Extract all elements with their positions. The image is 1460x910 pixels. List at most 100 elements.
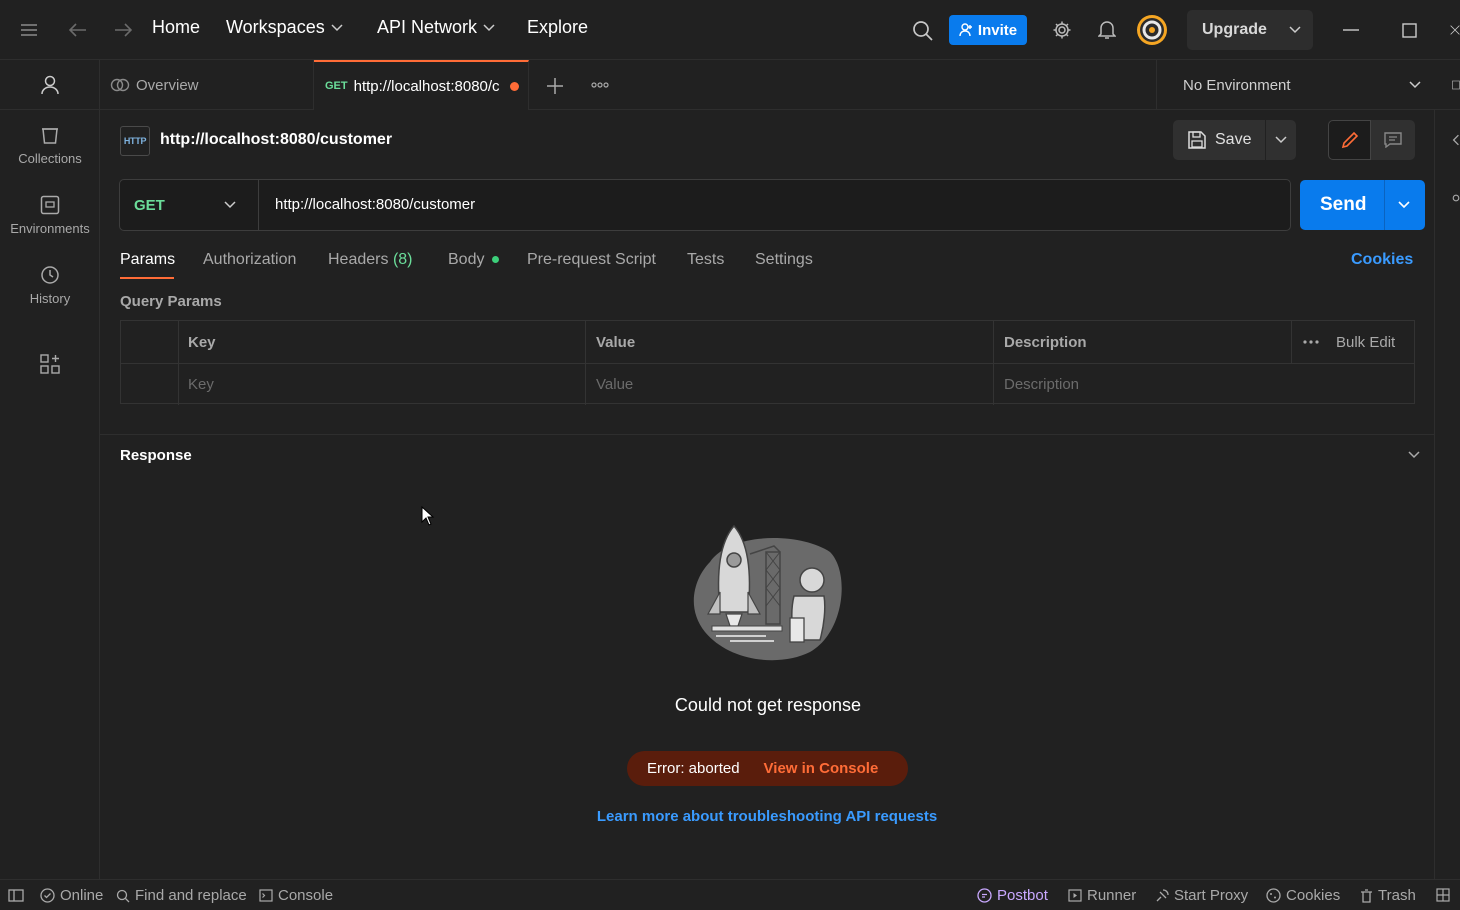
tab-overview[interactable]: Overview (100, 60, 314, 110)
satellite-icon (1156, 888, 1169, 901)
column-divider (178, 321, 179, 405)
sidebar-item-collections[interactable]: Collections (0, 125, 100, 166)
maximize-icon[interactable] (1398, 20, 1420, 40)
start-proxy-button[interactable]: Start Proxy (1155, 880, 1248, 910)
more-tabs-icon[interactable] (588, 75, 612, 95)
add-user-icon (959, 23, 972, 37)
trash-label: Trash (1378, 887, 1416, 904)
find-and-replace-button[interactable]: Find and replace (116, 880, 247, 910)
troubleshooting-link[interactable]: Learn more about troubleshooting API req… (560, 808, 974, 825)
back-arrow-icon[interactable] (66, 19, 90, 41)
sidebar-item-environments[interactable]: Environments (0, 195, 100, 236)
sidebar-item-history[interactable]: History (0, 265, 100, 306)
trash-icon (1361, 888, 1372, 903)
tab-authorization[interactable]: Authorization (203, 251, 296, 269)
response-divider (100, 434, 1435, 435)
pencil-icon (1341, 131, 1358, 149)
menu-icon[interactable] (18, 20, 40, 40)
sidebar-item-label: History (29, 291, 71, 306)
right-edge-divider (1434, 110, 1435, 879)
url-bar: GET http://localhost:8080/customer (119, 179, 1291, 231)
tab-pre-request-script[interactable]: Pre-request Script (527, 251, 656, 269)
tab-active-request[interactable]: GET http://localhost:8080/c (314, 60, 529, 110)
upgrade-button[interactable]: Upgrade (1187, 10, 1313, 50)
tab-settings[interactable]: Settings (755, 251, 813, 269)
chevron-down-icon[interactable] (1398, 201, 1410, 209)
body-indicator-dot (491, 256, 499, 264)
url-input[interactable]: http://localhost:8080/customer (275, 180, 475, 230)
sidebar-item-label: Collections (18, 151, 82, 166)
cookies-button[interactable]: Cookies (1266, 880, 1340, 910)
tab-body[interactable]: Body (448, 251, 499, 269)
error-pill: Error: aborted View in Console (627, 751, 908, 786)
nav-api-network[interactable]: API Network (377, 17, 495, 38)
column-header-value: Value (596, 333, 636, 351)
close-icon[interactable] (1450, 20, 1460, 40)
nav-explore[interactable]: Explore (527, 17, 588, 38)
response-message: Could not get response (674, 695, 862, 715)
invite-button[interactable]: Invite (949, 15, 1027, 45)
forward-arrow-icon[interactable] (111, 19, 135, 41)
avatar[interactable] (1137, 15, 1167, 45)
send-button[interactable]: Send (1300, 180, 1425, 230)
user-icon[interactable] (38, 73, 62, 97)
tab-tests[interactable]: Tests (687, 251, 724, 269)
nav-home[interactable]: Home (152, 17, 200, 38)
view-in-console-link[interactable]: View in Console (764, 760, 879, 777)
online-status[interactable]: Online (40, 880, 103, 910)
column-header-description: Description (1004, 333, 1087, 351)
more-options-icon[interactable] (1301, 333, 1321, 351)
send-label: Send (1320, 194, 1367, 215)
error-text: Error: aborted (647, 760, 740, 777)
toggle-sidebar-icon[interactable] (7, 887, 25, 903)
mouse-cursor-icon (421, 506, 435, 526)
column-header-key: Key (188, 333, 216, 351)
column-divider (585, 321, 586, 405)
right-panel-collapse-icon[interactable] (1452, 130, 1460, 150)
save-button[interactable]: Save (1173, 120, 1265, 160)
tab-headers[interactable]: Headers (8) (328, 251, 413, 269)
description-input[interactable]: Description (1004, 363, 1079, 405)
runner-button[interactable]: Runner (1068, 880, 1136, 910)
find-replace-label: Find and replace (135, 887, 247, 904)
postbot-button[interactable]: Postbot (977, 880, 1048, 910)
chevron-down-icon (1409, 81, 1421, 89)
cookies-link[interactable]: Cookies (1351, 251, 1413, 269)
query-params-title: Query Params (120, 293, 222, 310)
method-select[interactable]: GET (120, 180, 259, 230)
console-button[interactable]: Console (259, 880, 333, 910)
edit-pencil-button[interactable] (1328, 120, 1371, 160)
value-input[interactable]: Value (596, 363, 633, 405)
request-title[interactable]: http://localhost:8080/customer (160, 131, 392, 149)
nav-workspaces[interactable]: Workspaces (226, 17, 343, 38)
tab-headers-label: Headers (328, 251, 389, 268)
environment-label: No Environment (1183, 76, 1291, 94)
tab-params[interactable]: Params (120, 251, 175, 269)
trash-button[interactable]: Trash (1360, 880, 1416, 910)
environment-selector[interactable]: No Environment (1156, 60, 1428, 110)
search-icon[interactable] (910, 18, 936, 44)
start-proxy-label: Start Proxy (1174, 887, 1249, 904)
cookie-icon (1266, 888, 1281, 903)
response-collapse-chevron-icon[interactable] (1405, 448, 1423, 462)
add-workbench-icon[interactable] (38, 352, 62, 376)
layout-toggle-icon[interactable] (1435, 887, 1451, 903)
chevron-down-icon[interactable] (1289, 26, 1301, 34)
column-divider (993, 321, 994, 405)
bell-icon[interactable] (1095, 18, 1119, 42)
active-tab-underline (120, 277, 174, 279)
key-input[interactable]: Key (188, 363, 214, 405)
right-panel-code-icon[interactable] (1452, 190, 1460, 206)
bulk-edit-button[interactable]: Bulk Edit (1336, 321, 1395, 363)
check-circle-icon (40, 888, 55, 903)
console-icon (259, 889, 273, 902)
comments-button[interactable] (1371, 120, 1415, 160)
gear-icon[interactable] (1050, 18, 1074, 42)
chevron-down-icon (224, 201, 236, 209)
new-tab-plus-icon[interactable] (544, 75, 566, 97)
minimize-icon[interactable] (1340, 20, 1362, 40)
headers-count: (8) (392, 251, 413, 268)
save-dropdown-button[interactable] (1266, 120, 1296, 160)
chevron-down-icon (1275, 136, 1287, 144)
environment-quicklook-icon[interactable] (1452, 74, 1460, 96)
